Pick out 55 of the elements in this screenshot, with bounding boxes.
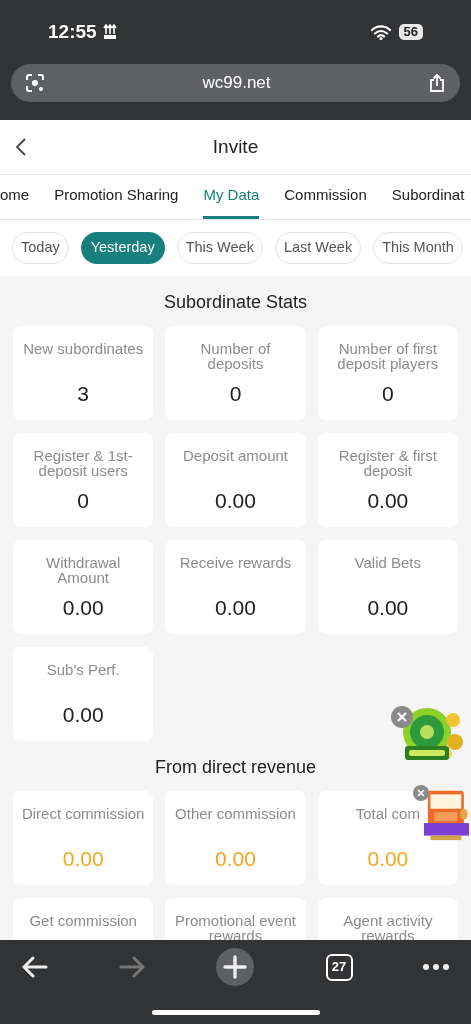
tab[interactable]: Subordinat [391,183,465,219]
stat-label: Register & 1st-deposit users [32,448,134,481]
stat-label: Total com [355,806,420,824]
tab-count-button[interactable]: 27 [325,953,353,981]
close-icon[interactable] [391,706,413,728]
back-icon[interactable] [15,138,27,156]
stat-label: Direct commission [21,806,145,824]
page-title: Invite [212,134,259,159]
url-text: wc99.net [202,72,271,95]
new-tab-icon[interactable] [215,947,255,987]
stat-label: Valid Bets [354,555,422,573]
stat-value: 0.00 [215,489,256,513]
stat-value: 0.00 [367,489,409,513]
stat-value: 0 [77,489,89,513]
stat-label: Deposit amount [182,448,288,466]
status-time: 12:55 [48,19,97,44]
stat-label: New subordinates [23,341,144,359]
battery-indicator: 56 [398,24,423,40]
period-chip[interactable]: This Week [176,232,263,264]
stat-value: 0 [381,382,394,406]
tab[interactable]: Promotion Sharing [54,183,179,219]
period-chip[interactable]: This Month [373,232,463,264]
stat-value: 3 [77,382,89,406]
stat-label: Sub's Perf. [46,662,120,680]
address-bar[interactable]: wc99.net [11,64,460,102]
stat-label: Register & first deposit [337,448,438,481]
stat-label: Number of first deposit players [336,341,440,374]
stat-value: 0.00 [367,847,409,871]
notification-icon [102,24,117,40]
stat-label: Get commission [29,913,137,931]
more-icon[interactable] [423,964,449,970]
wifi-icon [370,24,391,40]
back-arrow-icon[interactable] [22,956,48,978]
close-icon[interactable] [413,785,429,801]
stat-label: Other commission [175,806,296,824]
stat-value: 0 [229,382,242,406]
stat-value: 0.00 [62,847,104,871]
stat-value: 0.00 [215,847,256,871]
forward-arrow-icon[interactable] [118,956,145,978]
stat-value: 0.00 [62,596,104,620]
tab[interactable]: Commission [284,183,367,219]
period-chip[interactable]: Yesterday [80,232,165,264]
stat-value: 0.00 [367,596,409,620]
period-chip[interactable]: Last Week [274,232,362,264]
section-title: Subordinate Stats [162,291,309,313]
section-title: From direct revenue [153,756,318,778]
stat-label: Receive rewards [179,555,292,573]
stat-label: Number of deposits [199,341,272,374]
stat-value: 0.00 [215,596,256,620]
tab[interactable]: ome [0,183,30,219]
share-icon[interactable] [428,73,446,93]
stat-label: Withdrawal Amount [45,555,122,588]
period-chip[interactable]: Today [12,232,69,264]
lens-icon[interactable] [25,73,45,93]
stat-value: 0.00 [62,703,104,727]
